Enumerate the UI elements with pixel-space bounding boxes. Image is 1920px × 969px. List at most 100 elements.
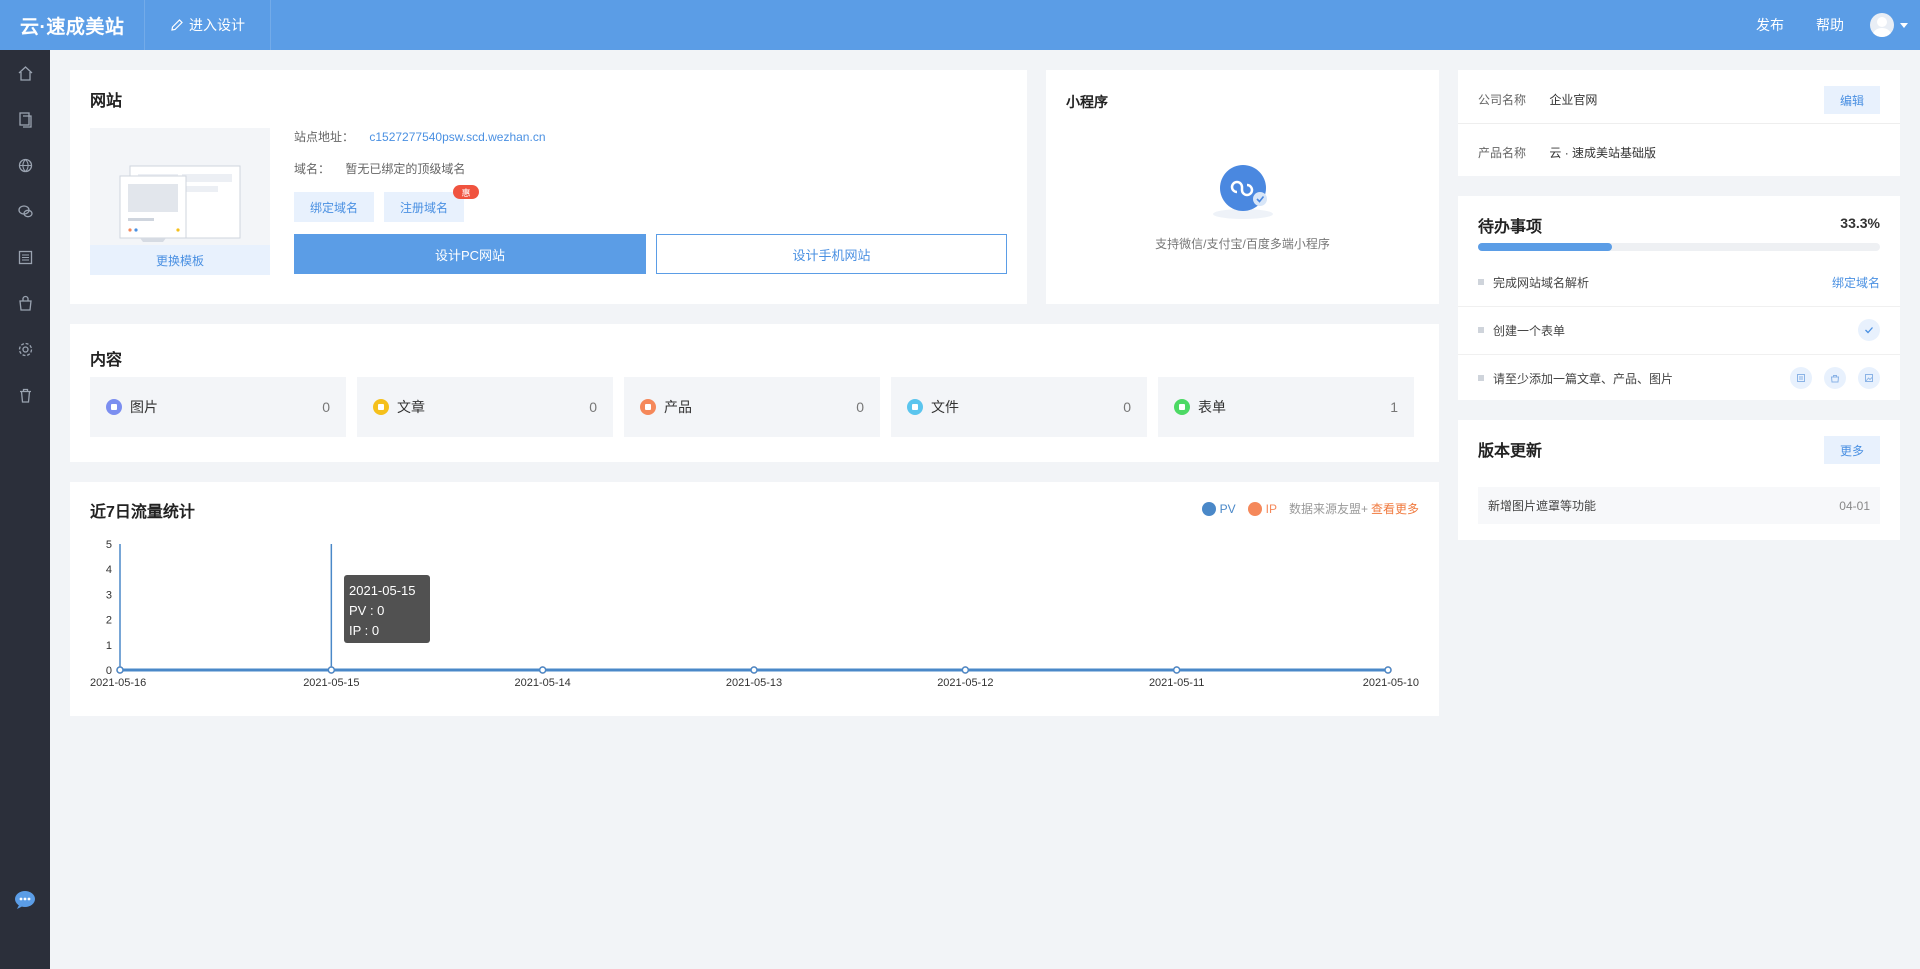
sidebar-item-pages[interactable] [0,96,50,142]
stat-forms[interactable]: 表单 1 [1158,377,1414,437]
data-point-pv [538,666,547,674]
company-name-value: 企业官网 [1549,93,1598,107]
todo-item: 创建一个表单 [1458,306,1900,354]
stat-label: 图片 [130,399,158,415]
data-point-pv [1384,666,1392,674]
product-icon [640,399,656,415]
x-tick-label: 2021-05-11 [1149,677,1204,689]
add-article-icon[interactable] [1790,367,1812,389]
trash-icon [19,388,31,403]
brand-logo[interactable]: 云·速成美站 [0,0,145,50]
mini-program-description: 支持微信/支付宝/百度多端小程序 [1155,237,1330,251]
template-thumbnail [119,165,241,242]
tooltip-pv: PV : 0 [349,603,385,618]
enter-design-button[interactable]: 进入设计 [145,0,271,50]
data-source-text: 数据来源友盟+ [1288,502,1368,516]
file-icon [907,399,923,415]
edit-company-button[interactable]: 编辑 [1824,86,1880,114]
data-point-pv [1172,666,1181,674]
stat-images[interactable]: 图片 0 [90,377,346,437]
sidebar [0,50,50,969]
y-tick-label: 2 [106,615,112,627]
stat-count: 1 [1390,399,1398,415]
sidebar-item-settings[interactable] [0,326,50,372]
wechat-icon [17,204,33,217]
sidebar-item-site[interactable] [0,142,50,188]
tooltip-date: 2021-05-15 [349,583,416,598]
stat-label: 表单 [1198,399,1226,415]
add-product-icon[interactable] [1824,367,1846,389]
stat-label: 产品 [664,399,692,415]
divider [1458,123,1900,124]
version-card: 版本更新 更多 新增图片遮罩等功能 04-01 [1458,420,1900,540]
form-icon [1174,399,1190,415]
sidebar-item-article[interactable] [0,234,50,280]
site-address-label: 站点地址： [294,130,355,144]
version-entry[interactable]: 新增图片遮罩等功能 04-01 [1478,487,1880,524]
help-button[interactable]: 帮助 [1800,0,1860,50]
user-menu[interactable] [1860,13,1920,37]
x-tick-label: 2021-05-13 [726,677,782,689]
content-card: 内容 图片 0 文章 0 产品 0 文件 0 表单 1 [70,324,1439,462]
avatar [1870,13,1894,37]
sidebar-item-shop[interactable] [0,280,50,326]
legend-ip-swatch [1247,501,1262,516]
domain-row: 域名： 暂无已绑定的顶级域名 [294,160,465,177]
stat-products[interactable]: 产品 0 [624,377,880,437]
x-tick-label: 2021-05-10 [1363,677,1419,689]
data-point-pv [327,666,336,674]
sidebar-item-chat[interactable] [0,885,50,915]
website-title: 网站 [90,93,123,110]
chat-icon [15,891,35,909]
company-card: 公司名称 企业官网 编辑 产品名称 云 · 速成美站基础版 [1458,70,1900,176]
todo-item-label: 请至少添加一篇文章、产品、图片 [1493,371,1674,386]
legend-ip-label: IP [1265,501,1277,516]
sidebar-item-wechat[interactable] [0,188,50,234]
site-address-link[interactable]: c1527277540psw.scd.wezhan.cn [369,130,545,144]
register-domain-button[interactable]: 注册域名 [384,192,465,222]
pages-icon [18,111,32,128]
todo-card: 待办事项 33.3% 完成网站域名解析 绑定域名 创建一个表单 请至少添加一篇文… [1458,196,1900,400]
todo-item: 完成网站域名解析 绑定域名 [1458,258,1900,306]
todo-bind-domain-link[interactable]: 绑定域名 [1832,274,1880,291]
article-icon [18,250,32,264]
stat-articles[interactable]: 文章 0 [357,377,613,437]
version-title: 版本更新 [1478,443,1543,460]
traffic-card: 近7日流量统计 PV IP 数据来源友盟+ 查看更多 0 1 2 3 4 5 2021-05… [70,482,1439,716]
view-more-link[interactable]: 查看更多 [1371,500,1419,517]
bind-domain-button[interactable]: 绑定域名 [294,192,375,222]
y-tick-label: 3 [106,589,112,601]
mini-program-icon [1213,165,1273,219]
design-pc-button[interactable]: 设计PC网站 [294,234,646,274]
legend-pv[interactable]: PV [1201,501,1236,516]
traffic-chart[interactable]: 0 1 2 3 4 5 2021-05-16 2021-05-15 2021-05-14 2021… [70,522,1439,702]
x-tick-label: 2021-05-14 [515,677,571,689]
version-more-button[interactable]: 更多 [1824,436,1880,464]
domain-label: 域名： [294,162,331,176]
x-tick-label: 2021-05-15 [303,677,359,689]
bullet-icon [1478,327,1484,333]
legend-ip[interactable]: IP [1247,501,1277,516]
design-mobile-button[interactable]: 设计手机网站 [656,234,1007,274]
sidebar-item-trash[interactable] [0,372,50,418]
change-template-button[interactable]: 更换模板 [90,245,270,275]
legend-pv-label: PV [1219,501,1236,516]
image-icon [106,399,122,415]
y-tick-label: 1 [106,640,112,652]
shop-icon [18,295,32,311]
y-tick-label: 0 [106,665,112,677]
todo-percent: 33.3% [1840,215,1880,231]
content-title: 内容 [90,352,123,369]
stat-files[interactable]: 文件 0 [891,377,1147,437]
add-image-icon[interactable] [1858,367,1880,389]
todo-title: 待办事项 [1478,219,1543,236]
company-name-label: 公司名称 [1478,93,1527,107]
version-entry-text: 新增图片遮罩等功能 [1488,499,1597,513]
sidebar-item-home[interactable] [0,50,50,96]
stat-count: 0 [856,399,864,415]
version-entry-date: 04-01 [1839,498,1870,513]
todo-item-label: 完成网站域名解析 [1493,275,1590,290]
publish-button[interactable]: 发布 [1740,0,1800,50]
edit-icon [171,19,183,31]
stat-count: 0 [1123,399,1131,415]
